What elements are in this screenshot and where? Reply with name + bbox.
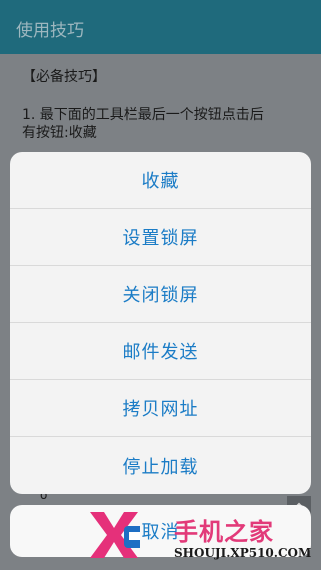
favorite-button[interactable]: 收藏 — [10, 152, 311, 209]
stop-loading-button[interactable]: 停止加载 — [10, 437, 311, 494]
tip-line-2: 有按钮:收藏 — [22, 125, 97, 141]
watermark: 手机之家 SHOUJI.XP510.COM — [88, 508, 321, 570]
set-lock-screen-button[interactable]: 设置锁屏 — [10, 209, 311, 266]
close-lock-screen-button[interactable]: 关闭锁屏 — [10, 266, 311, 323]
tip-line-1: 1. 最下面的工具栏最后一个按钮点击后 — [22, 107, 264, 123]
title-bar: 使用技巧 — [0, 0, 321, 54]
xp510-logo-icon — [90, 512, 140, 558]
action-sheet: 收藏 设置锁屏 关闭锁屏 邮件发送 拷贝网址 停止加载 — [10, 152, 311, 494]
send-email-button[interactable]: 邮件发送 — [10, 323, 311, 380]
section-header: 【必备技巧】 — [22, 69, 106, 85]
watermark-brand: 手机之家 — [174, 518, 274, 546]
copy-url-button[interactable]: 拷贝网址 — [10, 380, 311, 437]
watermark-site: SHOUJI.XP510.COM — [174, 546, 312, 560]
page-title: 使用技巧 — [16, 21, 84, 41]
